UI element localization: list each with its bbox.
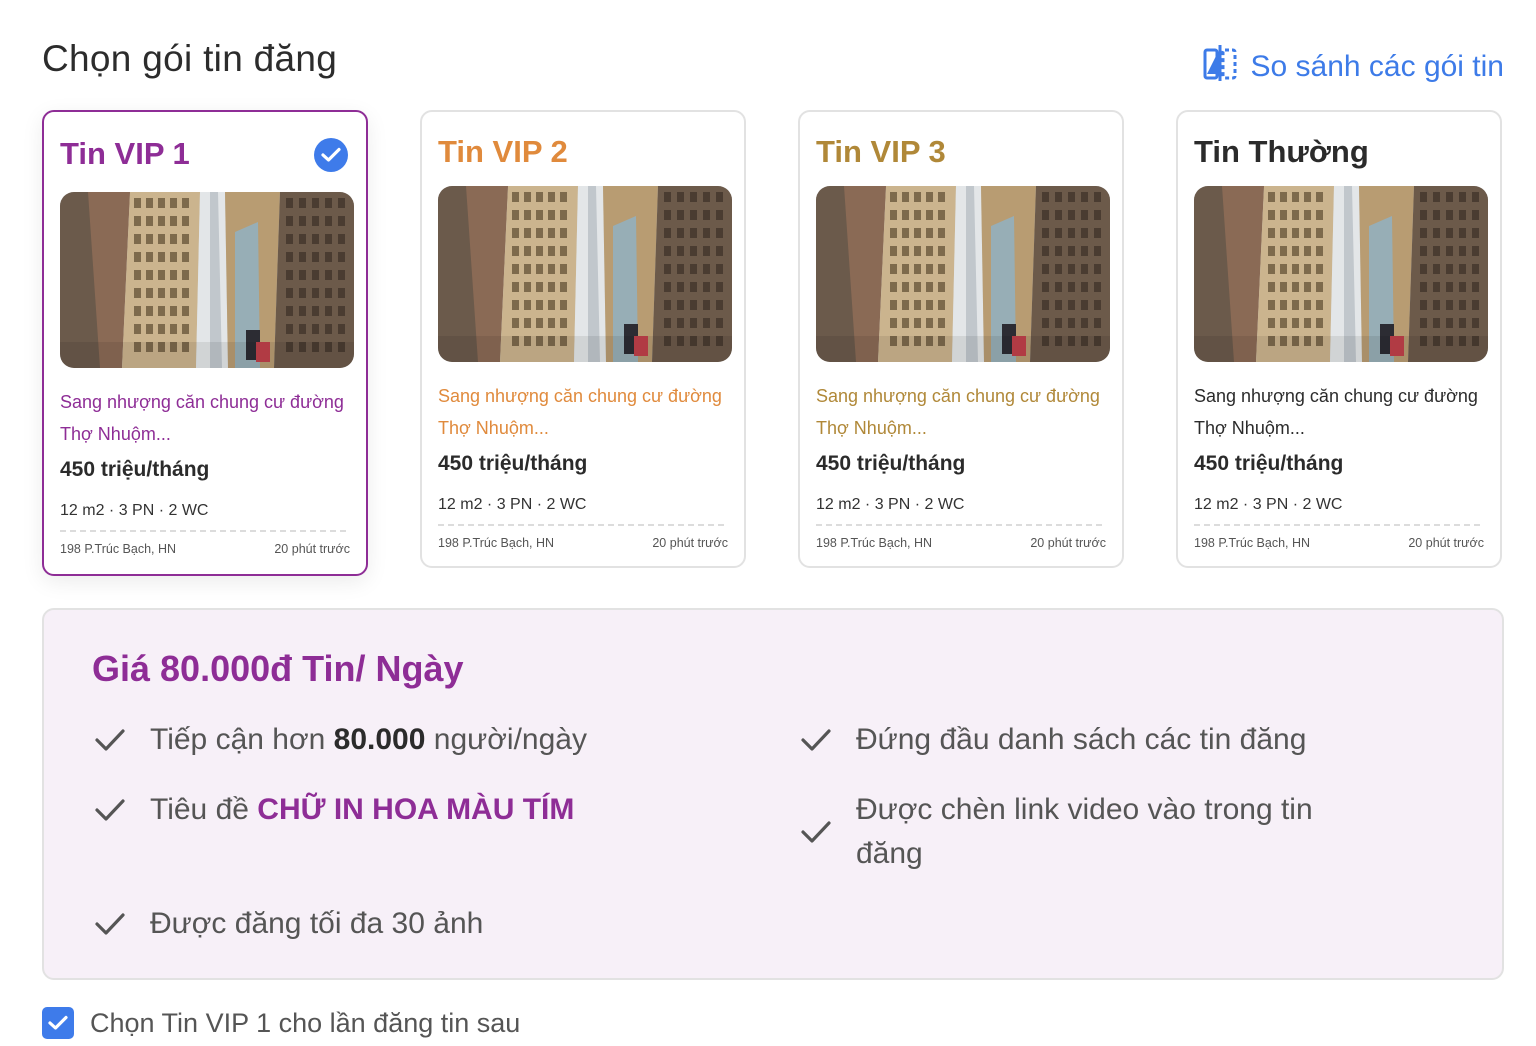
compare-icon [1203,44,1237,90]
divider [816,524,1102,526]
package-benefits-panel: Giá 80.000đ Tin/ Ngày Tiếp cận hơn 80.00… [42,608,1504,980]
top-list-text: Đứng đầu danh sách các tin đăng [856,723,1307,756]
listing-specs: 12 m2 · 3 PN · 2 WC [816,496,965,513]
listing-address: 198 P.Trúc Bạch, HN [816,536,933,550]
video-link-text: Được chèn link video vào trong tin đăng [856,793,1313,870]
listing-photo [1194,186,1488,362]
listing-description: Sang nhượng căn chung cư đường Thợ Nhuộm… [60,392,344,444]
package-card-vip3[interactable]: Tin VIP 3 Sang nhượng căn chung cư đường… [798,110,1124,568]
listing-photo [438,186,732,362]
check-icon [800,810,834,854]
divider [1194,524,1480,526]
benefit-reach: Tiếp cận hơn 80.000 người/ngày [94,718,587,762]
listing-address: 198 P.Trúc Bạch, HN [60,542,177,556]
title-style-highlight: CHỮ IN HOA MÀU TÍM [257,793,575,826]
benefit-video-link: Được chèn link video vào trong tin đăng [800,788,1360,876]
benefits-price-title: Giá 80.000đ Tin/ Ngày [92,648,464,689]
listing-photo [816,186,1110,362]
title-style-prefix: Tiêu đề [150,793,249,826]
package-title: Tin Thường [1194,134,1369,169]
package-card-normal[interactable]: Tin Thường Sang nhượng căn chung cư đườn… [1176,110,1502,568]
listing-time: 20 phút trước [652,536,728,550]
compare-packages-link[interactable]: So sánh các gói tin [1203,44,1505,90]
package-title: Tin VIP 2 [438,134,568,169]
compare-label: So sánh các gói tin [1250,50,1505,83]
package-card-vip2[interactable]: Tin VIP 2 Sang nhượng căn chung cư đường… [420,110,746,568]
divider [438,524,724,526]
listing-address: 198 P.Trúc Bạch, HN [438,536,555,550]
remember-package-checkbox[interactable]: Chọn Tin VIP 1 cho lần đăng tin sau [42,1007,520,1039]
listing-time: 20 phút trước [1408,536,1484,550]
listing-price: 450 triệu/tháng [1194,452,1344,475]
package-card-vip1[interactable]: Tin VIP 1 Sang nhượng căn chung cư đường… [42,110,368,576]
reach-suffix: người/ngày [433,723,587,756]
check-icon [94,718,128,762]
remember-package-label: Chọn Tin VIP 1 cho lần đăng tin sau [90,1007,521,1038]
listing-description: Sang nhượng căn chung cư đường Thợ Nhuộm… [438,386,722,438]
check-icon [800,718,834,762]
benefit-top-list: Đứng đầu danh sách các tin đăng [800,718,1306,762]
listing-specs: 12 m2 · 3 PN · 2 WC [60,502,209,519]
listing-specs: 12 m2 · 3 PN · 2 WC [1194,496,1343,513]
listing-time: 20 phút trước [1030,536,1106,550]
listing-time: 20 phút trước [274,542,350,556]
listing-price: 450 triệu/tháng [60,458,210,481]
selected-check-icon [314,138,348,172]
listing-photo [60,192,354,368]
checkbox-checked-icon[interactable] [42,1007,74,1039]
reach-prefix: Tiếp cận hơn [150,723,326,756]
reach-number: 80.000 [333,723,426,756]
page-title: Chọn gói tin đăng [42,38,338,79]
listing-specs: 12 m2 · 3 PN · 2 WC [438,496,587,513]
listing-description: Sang nhượng căn chung cư đường Thợ Nhuộm… [1194,386,1478,438]
check-icon [94,902,128,946]
listing-price: 450 triệu/tháng [816,452,966,475]
benefit-max-photos: Được đăng tối đa 30 ảnh [94,902,483,946]
listing-price: 450 triệu/tháng [438,452,588,475]
listing-description: Sang nhượng căn chung cư đường Thợ Nhuộm… [816,386,1100,438]
package-title: Tin VIP 3 [816,134,946,169]
max-photos-text: Được đăng tối đa 30 ảnh [150,907,484,940]
divider [60,530,346,532]
listing-address: 198 P.Trúc Bạch, HN [1194,536,1311,550]
benefit-title-style: Tiêu đề CHỮ IN HOA MÀU TÍM [94,788,574,832]
package-title: Tin VIP 1 [60,136,190,171]
check-icon [94,788,128,832]
